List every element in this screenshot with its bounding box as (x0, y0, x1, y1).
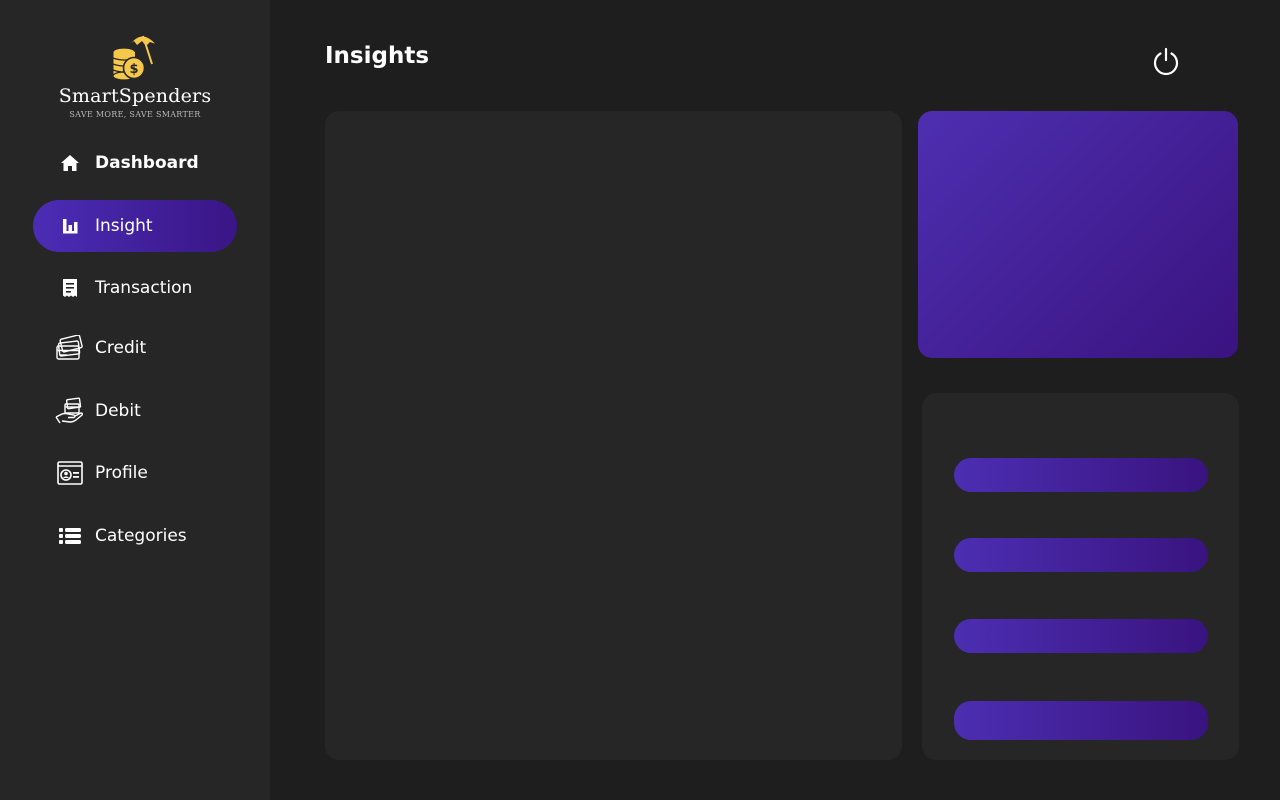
sidebar-item-label: Transaction (95, 278, 193, 298)
brand: $ SmartSpenders SAVE MORE, SAVE SMARTER (0, 30, 270, 120)
svg-text:$: $ (129, 62, 138, 77)
brand-name: SmartSpenders (58, 85, 212, 107)
list-item[interactable] (954, 458, 1208, 492)
app-window: $ SmartSpenders SAVE MORE, SAVE SMARTER … (0, 0, 1280, 800)
side-panel (922, 393, 1239, 760)
sidebar-item-debit[interactable]: Debit (33, 385, 237, 437)
id-card-icon (55, 459, 85, 487)
list-item[interactable] (954, 701, 1208, 740)
sidebar-item-transaction[interactable]: Transaction (33, 262, 237, 314)
sidebar-item-profile[interactable]: Profile (33, 447, 237, 499)
sidebar-item-credit[interactable]: Credit (33, 322, 237, 374)
list-icon (55, 522, 85, 550)
power-icon (1153, 47, 1179, 76)
coins-umbrella-logo: $ (112, 35, 157, 81)
main-panel (325, 111, 902, 760)
receipt-icon (55, 274, 85, 302)
hand-card-icon (55, 397, 85, 425)
power-button[interactable] (1150, 45, 1182, 77)
sidebar-item-label: Dashboard (95, 153, 199, 173)
sidebar: $ SmartSpenders SAVE MORE, SAVE SMARTER … (0, 0, 270, 800)
sidebar-item-label: Credit (95, 338, 147, 358)
sidebar-item-label: Debit (95, 401, 141, 421)
home-icon (55, 149, 85, 177)
list-item[interactable] (954, 538, 1208, 572)
sidebar-item-label: Profile (95, 463, 148, 483)
sidebar-item-label: Categories (95, 526, 187, 546)
sidebar-item-dashboard[interactable]: Dashboard (33, 137, 237, 189)
sidebar-item-insight[interactable]: Insight (33, 200, 237, 252)
brand-tagline: SAVE MORE, SAVE SMARTER (69, 110, 201, 119)
credit-cards-icon (55, 334, 85, 362)
list-item[interactable] (954, 619, 1208, 653)
sidebar-item-label: Insight (95, 216, 153, 236)
bar-chart-icon (55, 212, 85, 240)
page-title: Insights (325, 43, 430, 69)
sidebar-item-categories[interactable]: Categories (33, 510, 237, 562)
summary-card (918, 111, 1238, 358)
